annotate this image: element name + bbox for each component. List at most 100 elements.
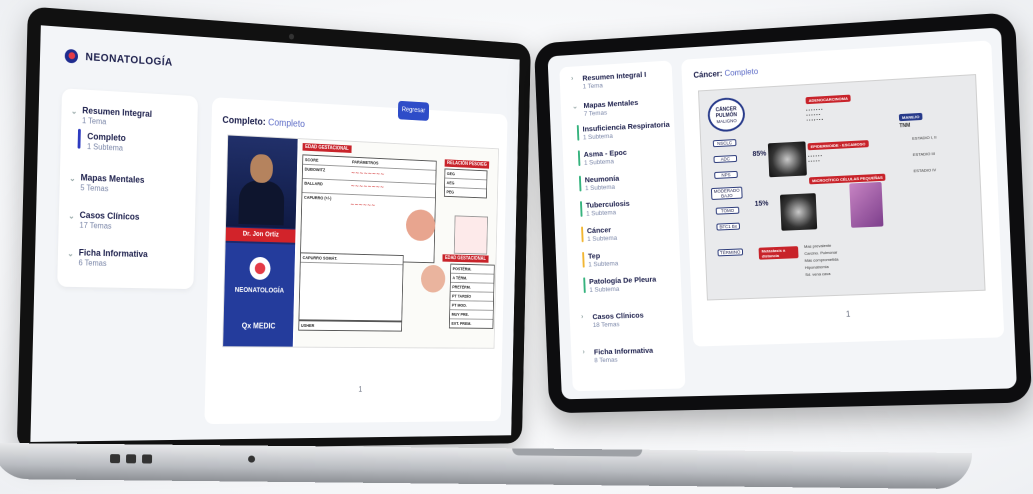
mind-map-node: BFC1 Bx	[716, 223, 740, 231]
product-mockup: NEONATOLOGÍA ⌄ Resumen Integral 1 Tema C…	[0, 0, 1033, 494]
mind-map-image: CÁNCER PULMÓN MALIGNO NSCLC ADC NPS MODE…	[698, 74, 986, 300]
table-cell: MUY PRE.	[450, 310, 493, 320]
sidebar-item-label: Cáncer	[587, 225, 611, 235]
back-button[interactable]: Regresar	[398, 101, 429, 121]
sidebar-item-ficha-informativa[interactable]: › Ficha Informativa 8 Temas	[594, 346, 654, 364]
laptop-screen: NEONATOLOGÍA ⌄ Resumen Integral 1 Tema C…	[30, 25, 519, 442]
mind-map-center-label: CÁNCER PULMÓN	[709, 106, 743, 120]
sidebar-item-patologia-pleura[interactable]: Patología De Pleura 1 Subtema	[589, 275, 657, 294]
sidebar-item-label: Completo	[87, 131, 126, 143]
mind-map-node: NSCLC	[713, 139, 737, 147]
sidebar-item-resumen-integral[interactable]: › Resumen Integral I 1 Tema	[582, 70, 647, 91]
mind-map-tag-red: ADENOCARCINOMA	[806, 95, 852, 105]
sidebar-item-count: 5 Temas	[80, 183, 144, 194]
chevron-down-icon: ⌄	[71, 107, 78, 116]
status-bar-green	[578, 150, 581, 166]
sidebar-item-cancer[interactable]: Cáncer 1 Subtema	[587, 225, 618, 243]
sidebar-item-neumonia[interactable]: Neumonía 1 Subtema	[585, 174, 620, 192]
stage-line: ESTADIO III	[913, 151, 935, 157]
mind-map-note: • • • • • • • • • • • • • • • • • • • •	[806, 106, 823, 122]
laptop-bezel: NEONATOLOGÍA ⌄ Resumen Integral 1 Tema C…	[17, 6, 531, 451]
sidebar-item-count: 1 Subtema	[589, 285, 656, 294]
laptop-camera	[289, 34, 294, 40]
mind-map-node: NPS	[714, 171, 738, 179]
sheet-tag: EDAD GESTACIONAL	[442, 254, 488, 262]
sidebar-item-count: 1 Subtema	[588, 260, 618, 268]
app-title: NEONATOLOGÍA	[85, 51, 172, 68]
content-subheading: Completo	[268, 118, 305, 130]
app-header: NEONATOLOGÍA	[65, 49, 173, 70]
mind-map-node: TOMO	[716, 207, 740, 215]
handwritten-note: ~~~~~~~~	[351, 170, 385, 178]
sidebar-item-mapas-mentales[interactable]: ⌄ Mapas Mentales 5 Temas	[80, 172, 144, 194]
status-bar-green	[583, 277, 586, 293]
mind-map-node: MODERADO BAJO	[711, 187, 743, 200]
presenter-body	[238, 180, 284, 225]
chevron-right-icon: ›	[582, 349, 585, 356]
sidebar-item-count: 6 Temas	[78, 258, 147, 268]
sidebar-item-label: Ficha Informativa	[79, 247, 148, 259]
sidebar-item-label: Neumonía	[585, 174, 620, 185]
tnm-label: TNM	[899, 124, 910, 130]
mind-map-center: CÁNCER PULMÓN MALIGNO	[707, 97, 746, 133]
mind-map-node: ADC	[713, 155, 737, 163]
qx-medic-logo: Qx MEDIC	[224, 321, 294, 330]
sidebar-item-count: 1 Subtema	[587, 235, 617, 243]
baby-drawing	[421, 265, 446, 293]
status-bar-yellow	[582, 252, 585, 268]
course-brand-panel: NEONATOLOGÍA Qx MEDIC	[223, 243, 295, 347]
video-column: Dr. Jon Ortiz NEONATOLOGÍA Qx MEDIC	[223, 135, 298, 346]
chevron-down-icon: ⌄	[67, 249, 74, 258]
sidebar-item-count: 1 Subtema	[87, 142, 126, 153]
presenter-video	[226, 135, 298, 228]
bottom-note: Más comprometida	[805, 257, 839, 263]
chevron-right-icon: ›	[571, 75, 573, 82]
usb-port-icon	[142, 454, 152, 463]
active-indicator	[78, 129, 81, 149]
sidebar-item-tep[interactable]: Tep 1 Subtema	[588, 251, 619, 269]
content-heading: Cáncer:	[693, 69, 722, 80]
sidebar-item-count: 17 Temas	[79, 221, 139, 232]
sidebar-item-completo[interactable]: Completo 1 Subtema	[87, 131, 126, 152]
usher-table: USHER	[298, 320, 402, 331]
status-bar-green	[579, 176, 582, 192]
sidebar-item-ficha-informativa[interactable]: ⌄ Ficha Informativa 6 Temas	[78, 247, 147, 268]
presenter-name: Dr. Jon Ortiz	[226, 227, 296, 242]
weight-table: GEG AEG PEG	[444, 168, 488, 198]
table-cell: PEG	[445, 188, 486, 198]
sidebar-item-tuberculosis[interactable]: Tuberculosis 1 Subtema	[586, 199, 631, 218]
audio-jack-icon	[248, 456, 255, 463]
handwritten-sheet: EDAD GESTACIONAL RELACIÓN PESO/EG SCORE …	[294, 139, 498, 348]
sidebar-item-asma[interactable]: Asma - Epoc 1 Subtema	[584, 148, 628, 167]
sidebar: › Resumen Integral I 1 Tema ⌄ Mapas Ment…	[559, 60, 685, 391]
sheet-tag: EDAD GESTACIONAL	[303, 143, 352, 153]
status-bar-yellow	[581, 227, 584, 243]
bottom-note: Hiponatremia	[805, 264, 829, 270]
stage-line: ESTADIO I, II	[912, 134, 937, 140]
chevron-down-icon: ⌄	[572, 103, 578, 111]
usb-port-icon	[110, 454, 120, 463]
table-column-header: SCORE	[305, 155, 319, 164]
mind-map-tag-navy: MANEJO	[899, 113, 923, 121]
sidebar-item-count: 8 Temas	[594, 356, 653, 365]
sidebar-item-count: 18 Temas	[593, 320, 644, 329]
sidebar-item-casos-clinicos[interactable]: ⌄ Casos Clínicos 17 Temas	[79, 210, 139, 232]
mind-map-center-sublabel: MALIGNO	[716, 118, 736, 124]
mind-map-node: TÉRMINO	[717, 248, 743, 256]
sidebar-item-resumen-integral[interactable]: ⌄ Resumen Integral 1 Tema	[82, 105, 152, 128]
histology-image	[849, 182, 883, 228]
percentage-label: 15%	[755, 201, 769, 207]
sidebar-item-mapas-mentales[interactable]: ⌄ Mapas Mentales 7 Temas	[583, 98, 638, 118]
laptop-base	[0, 443, 972, 489]
status-bar-green	[577, 125, 580, 141]
brand-logo-icon	[65, 49, 79, 64]
table-cell: EXT. PREM.	[450, 319, 493, 328]
content-heading: Completo:	[222, 115, 266, 128]
sidebar-item-casos-clinicos[interactable]: › Casos Clínicos 18 Temas	[592, 311, 644, 329]
sidebar: ⌄ Resumen Integral 1 Tema Completo 1 Sub…	[57, 88, 198, 289]
tablet-screen: › Resumen Integral I 1 Tema ⌄ Mapas Ment…	[548, 27, 1017, 399]
sidebar-item-insuficiencia[interactable]: Insuficiencia Respiratoria 1 Subtema	[582, 120, 670, 141]
capurro-table: CAPURRO SOMÁT.	[298, 252, 403, 321]
table-column-header: PARÁMETROS	[352, 158, 379, 168]
gestational-age-table: POSTÉRM. A TÉRM. PRETÉRM. PT TARDÍO PT M…	[449, 264, 495, 329]
